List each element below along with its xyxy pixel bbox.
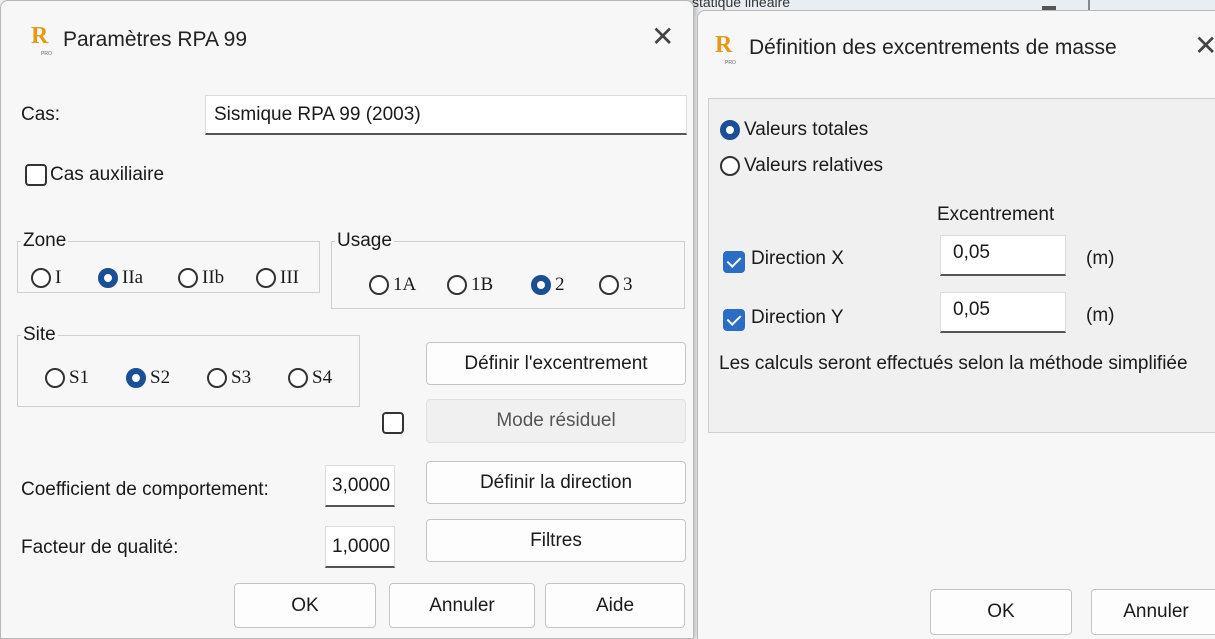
zone-radio-i[interactable]: I [31,267,61,289]
cas-auxiliaire-label: Cas auxiliaire [50,164,165,185]
radio-icon [720,156,740,176]
zone-radio-iia[interactable]: IIa [98,267,143,289]
annuler-button[interactable]: Annuler [389,583,535,628]
radio-icon [288,368,308,388]
radio-selected-icon [531,275,551,295]
ok-button[interactable]: OK [930,589,1072,635]
radio-icon [31,268,51,288]
calcul-note: Les calculs seront effectués selon la mé… [719,353,1188,374]
filtres-button[interactable]: Filtres [426,519,686,562]
usage-radio-1a[interactable]: 1A [369,274,416,296]
valeurs-relatives-radio[interactable]: Valeurs relatives [720,155,883,177]
zone-radio-iii[interactable]: III [256,267,299,289]
site-legend: Site [21,324,58,346]
rsa-app-icon: R PRO [31,23,52,57]
rpa-titlebar[interactable]: R PRO Paramètres RPA 99 ✕ [1,1,693,73]
ok-button[interactable]: OK [234,583,376,628]
radio-selected-icon [720,120,740,140]
direction-x-field[interactable]: 0,05 [940,235,1066,276]
radio-icon [447,275,467,295]
radio-icon [178,268,198,288]
mode-residuel-checkbox[interactable] [382,412,404,434]
aide-button[interactable]: Aide [545,583,685,628]
usage-radio-2[interactable]: 2 [531,274,565,296]
rpa-dialog: R PRO Paramètres RPA 99 ✕ Cas: Sismique R… [0,0,694,639]
radio-icon [207,368,227,388]
definir-direction-button[interactable]: Définir la direction [426,461,686,504]
excentrement-dialog: R PRO Définition des excentrements de mas… [697,10,1215,639]
excentrement-header: Excentrement [937,204,1055,225]
coef-comportement-field[interactable]: 3,0000 [325,465,395,507]
radio-icon [369,275,389,295]
coef-comportement-label: Coefficient de comportement: [21,479,269,500]
usage-legend: Usage [335,230,394,252]
usage-radio-3[interactable]: 3 [599,274,633,296]
radio-icon [599,275,619,295]
cas-field[interactable]: Sismique RPA 99 (2003) [205,95,687,135]
definir-excentrement-button[interactable]: Définir l'excentrement [426,342,686,385]
annuler-button[interactable]: Annuler [1091,589,1215,635]
radio-selected-icon [98,268,118,288]
direction-x-unit: (m) [1086,248,1115,269]
facteur-qualite-label: Facteur de qualité: [21,537,179,558]
cas-auxiliaire-checkbox[interactable] [25,164,47,186]
direction-x-label: Direction X [751,248,844,269]
site-radio-s1[interactable]: S1 [45,367,89,389]
direction-y-unit: (m) [1086,305,1115,326]
zone-radio-iib[interactable]: IIb [178,267,224,289]
direction-y-checkbox[interactable] [723,309,745,331]
radio-icon [256,268,276,288]
site-radio-s4[interactable]: S4 [288,367,332,389]
rsa-app-icon: R PRO [715,32,736,66]
mode-residuel-button[interactable]: Mode résiduel [426,399,686,443]
valeurs-totales-radio[interactable]: Valeurs totales [720,119,868,141]
facteur-qualite-field[interactable]: 1,0000 [325,526,395,568]
rpa-dialog-title: Paramètres RPA 99 [63,28,248,51]
usage-radio-1b[interactable]: 1B [447,274,493,296]
cas-label: Cas: [21,104,61,125]
site-radio-s2[interactable]: S2 [126,367,170,389]
direction-x-checkbox[interactable] [723,251,745,273]
excentrement-titlebar[interactable]: R PRO Définition des excentrements de mas… [698,11,1215,81]
close-icon[interactable]: ✕ [1194,32,1215,60]
background-text: statique linéaire [692,0,791,10]
close-icon[interactable]: ✕ [651,23,674,51]
radio-icon [45,368,65,388]
zone-legend: Zone [21,230,69,252]
direction-y-label: Direction Y [751,307,844,328]
direction-y-field[interactable]: 0,05 [940,292,1066,333]
excentrement-dialog-title: Définition des excentrements de masse [749,36,1117,59]
radio-selected-icon [126,368,146,388]
site-radio-s3[interactable]: S3 [207,367,251,389]
